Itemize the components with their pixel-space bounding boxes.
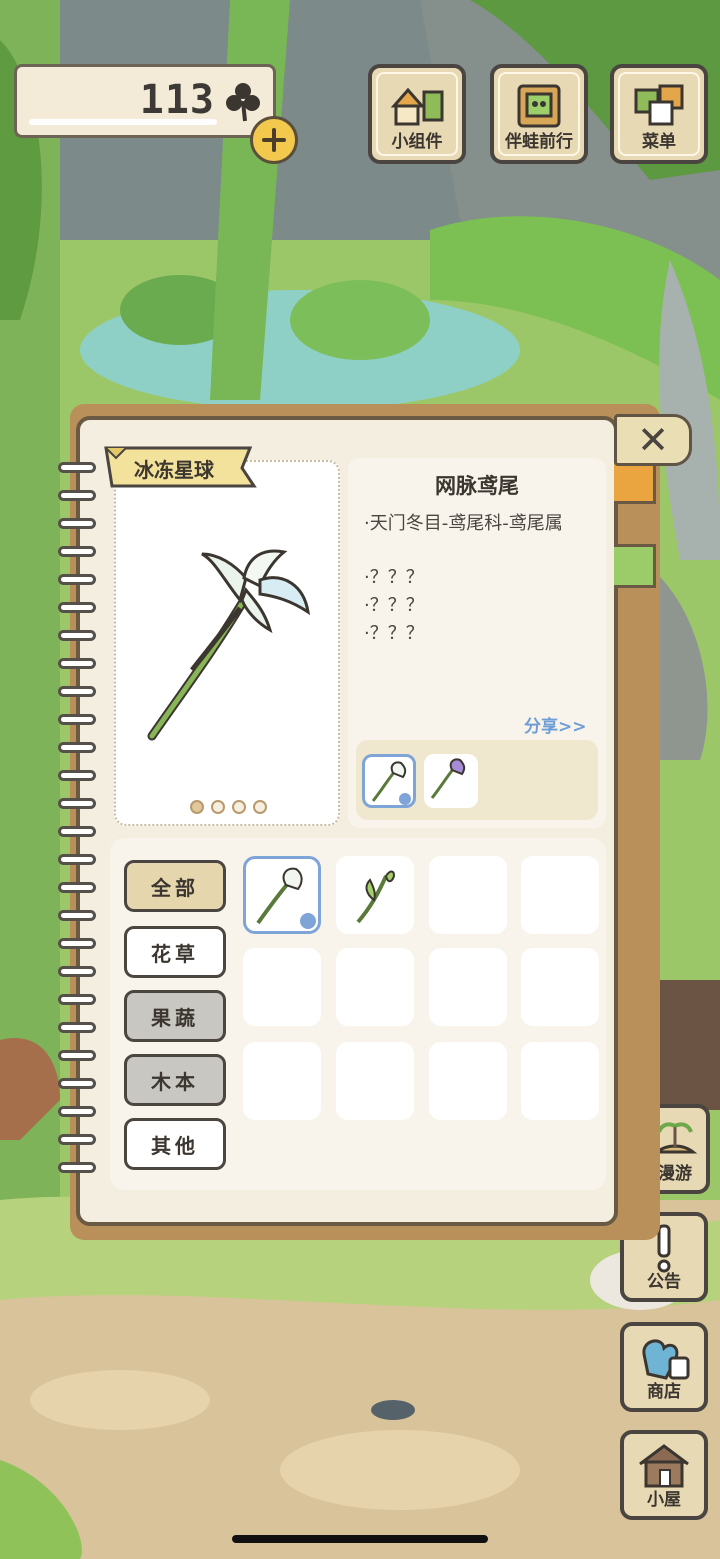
close-icon: ✕ (637, 418, 669, 462)
white-iris-thumbnail (371, 761, 411, 805)
share-link[interactable]: 分享>> (524, 712, 587, 737)
book-binding-rings (58, 456, 98, 1196)
category-flowers-button[interactable]: 花草 (124, 926, 226, 978)
clover-counter: 113 (14, 64, 276, 138)
iris-flower-illustration (147, 549, 311, 741)
region-tag (104, 446, 257, 488)
plant-info-line-3: ·？？？ (364, 595, 424, 616)
plant-name: 网脉鸢尾 (435, 474, 519, 498)
page-dot-1[interactable] (190, 800, 204, 814)
collection-cell-empty[interactable] (429, 856, 507, 934)
collection-cell-empty[interactable] (336, 948, 414, 1026)
variant-purple[interactable] (424, 754, 478, 808)
collection-cell-empty[interactable] (429, 1042, 507, 1120)
image-page-dots[interactable] (190, 800, 267, 814)
collection-cell-empty[interactable] (521, 1042, 599, 1120)
book-tab-orange[interactable] (614, 460, 656, 504)
variant-white[interactable] (362, 754, 416, 808)
widget-icon (390, 87, 444, 126)
iris-thumbnail (256, 867, 316, 929)
menu-label: 菜单 (642, 132, 676, 152)
house-icon (639, 1444, 689, 1488)
shop-label: 商店 (647, 1382, 681, 1402)
collection-cell-empty[interactable] (429, 948, 507, 1026)
category-fruits-button[interactable]: 果蔬 (124, 990, 226, 1042)
menu-icon (634, 84, 684, 126)
house-label: 小屋 (647, 1490, 681, 1510)
book-tab-green[interactable] (614, 544, 656, 588)
category-other-button[interactable]: 其他 (124, 1118, 226, 1170)
sprout-thumbnail (356, 870, 396, 924)
notice-label: 公告 (647, 1272, 681, 1292)
page-dot-3[interactable] (232, 800, 246, 814)
collection-cell-empty[interactable] (521, 948, 599, 1026)
travel-album-label: 伴蛙前行 (505, 132, 573, 152)
plant-info-line-2: ·？？？ (364, 567, 424, 588)
purple-iris-thumbnail (430, 758, 466, 799)
travel-album-button[interactable]: 伴蛙前行 (490, 64, 588, 164)
close-button[interactable]: ✕ (614, 414, 692, 466)
home-indicator[interactable] (232, 1535, 488, 1543)
counter-bar (29, 119, 217, 125)
collection-cell-sprout[interactable] (336, 856, 414, 934)
plant-info-line-4: ·？？？ (364, 623, 424, 644)
widget-button[interactable]: 小组件 (368, 64, 466, 164)
collection-cell-empty[interactable] (336, 1042, 414, 1120)
collection-cell-empty[interactable] (521, 856, 599, 934)
clover-count: 113 (139, 77, 215, 123)
page-dot-4[interactable] (253, 800, 267, 814)
widget-label: 小组件 (391, 132, 443, 152)
category-all-button[interactable]: 全部 (124, 860, 226, 912)
menu-button[interactable]: 菜单 (610, 64, 708, 164)
page-dot-2[interactable] (211, 800, 225, 814)
collection-cell-empty[interactable] (243, 948, 321, 1026)
collection-cell-iris[interactable] (243, 856, 321, 934)
collection-cell-empty[interactable] (243, 1042, 321, 1120)
plant-image-panel[interactable] (114, 460, 340, 826)
plus-icon (262, 128, 286, 152)
plant-classification: ·天门冬目-鸢尾科-鸢尾属 (364, 513, 563, 534)
shop-button[interactable]: 商店 (620, 1322, 708, 1412)
clover-icon (226, 83, 260, 122)
album-icon (517, 84, 561, 128)
house-button[interactable]: 小屋 (620, 1430, 708, 1520)
add-clover-button[interactable] (250, 116, 298, 164)
category-trees-button[interactable]: 木本 (124, 1054, 226, 1106)
